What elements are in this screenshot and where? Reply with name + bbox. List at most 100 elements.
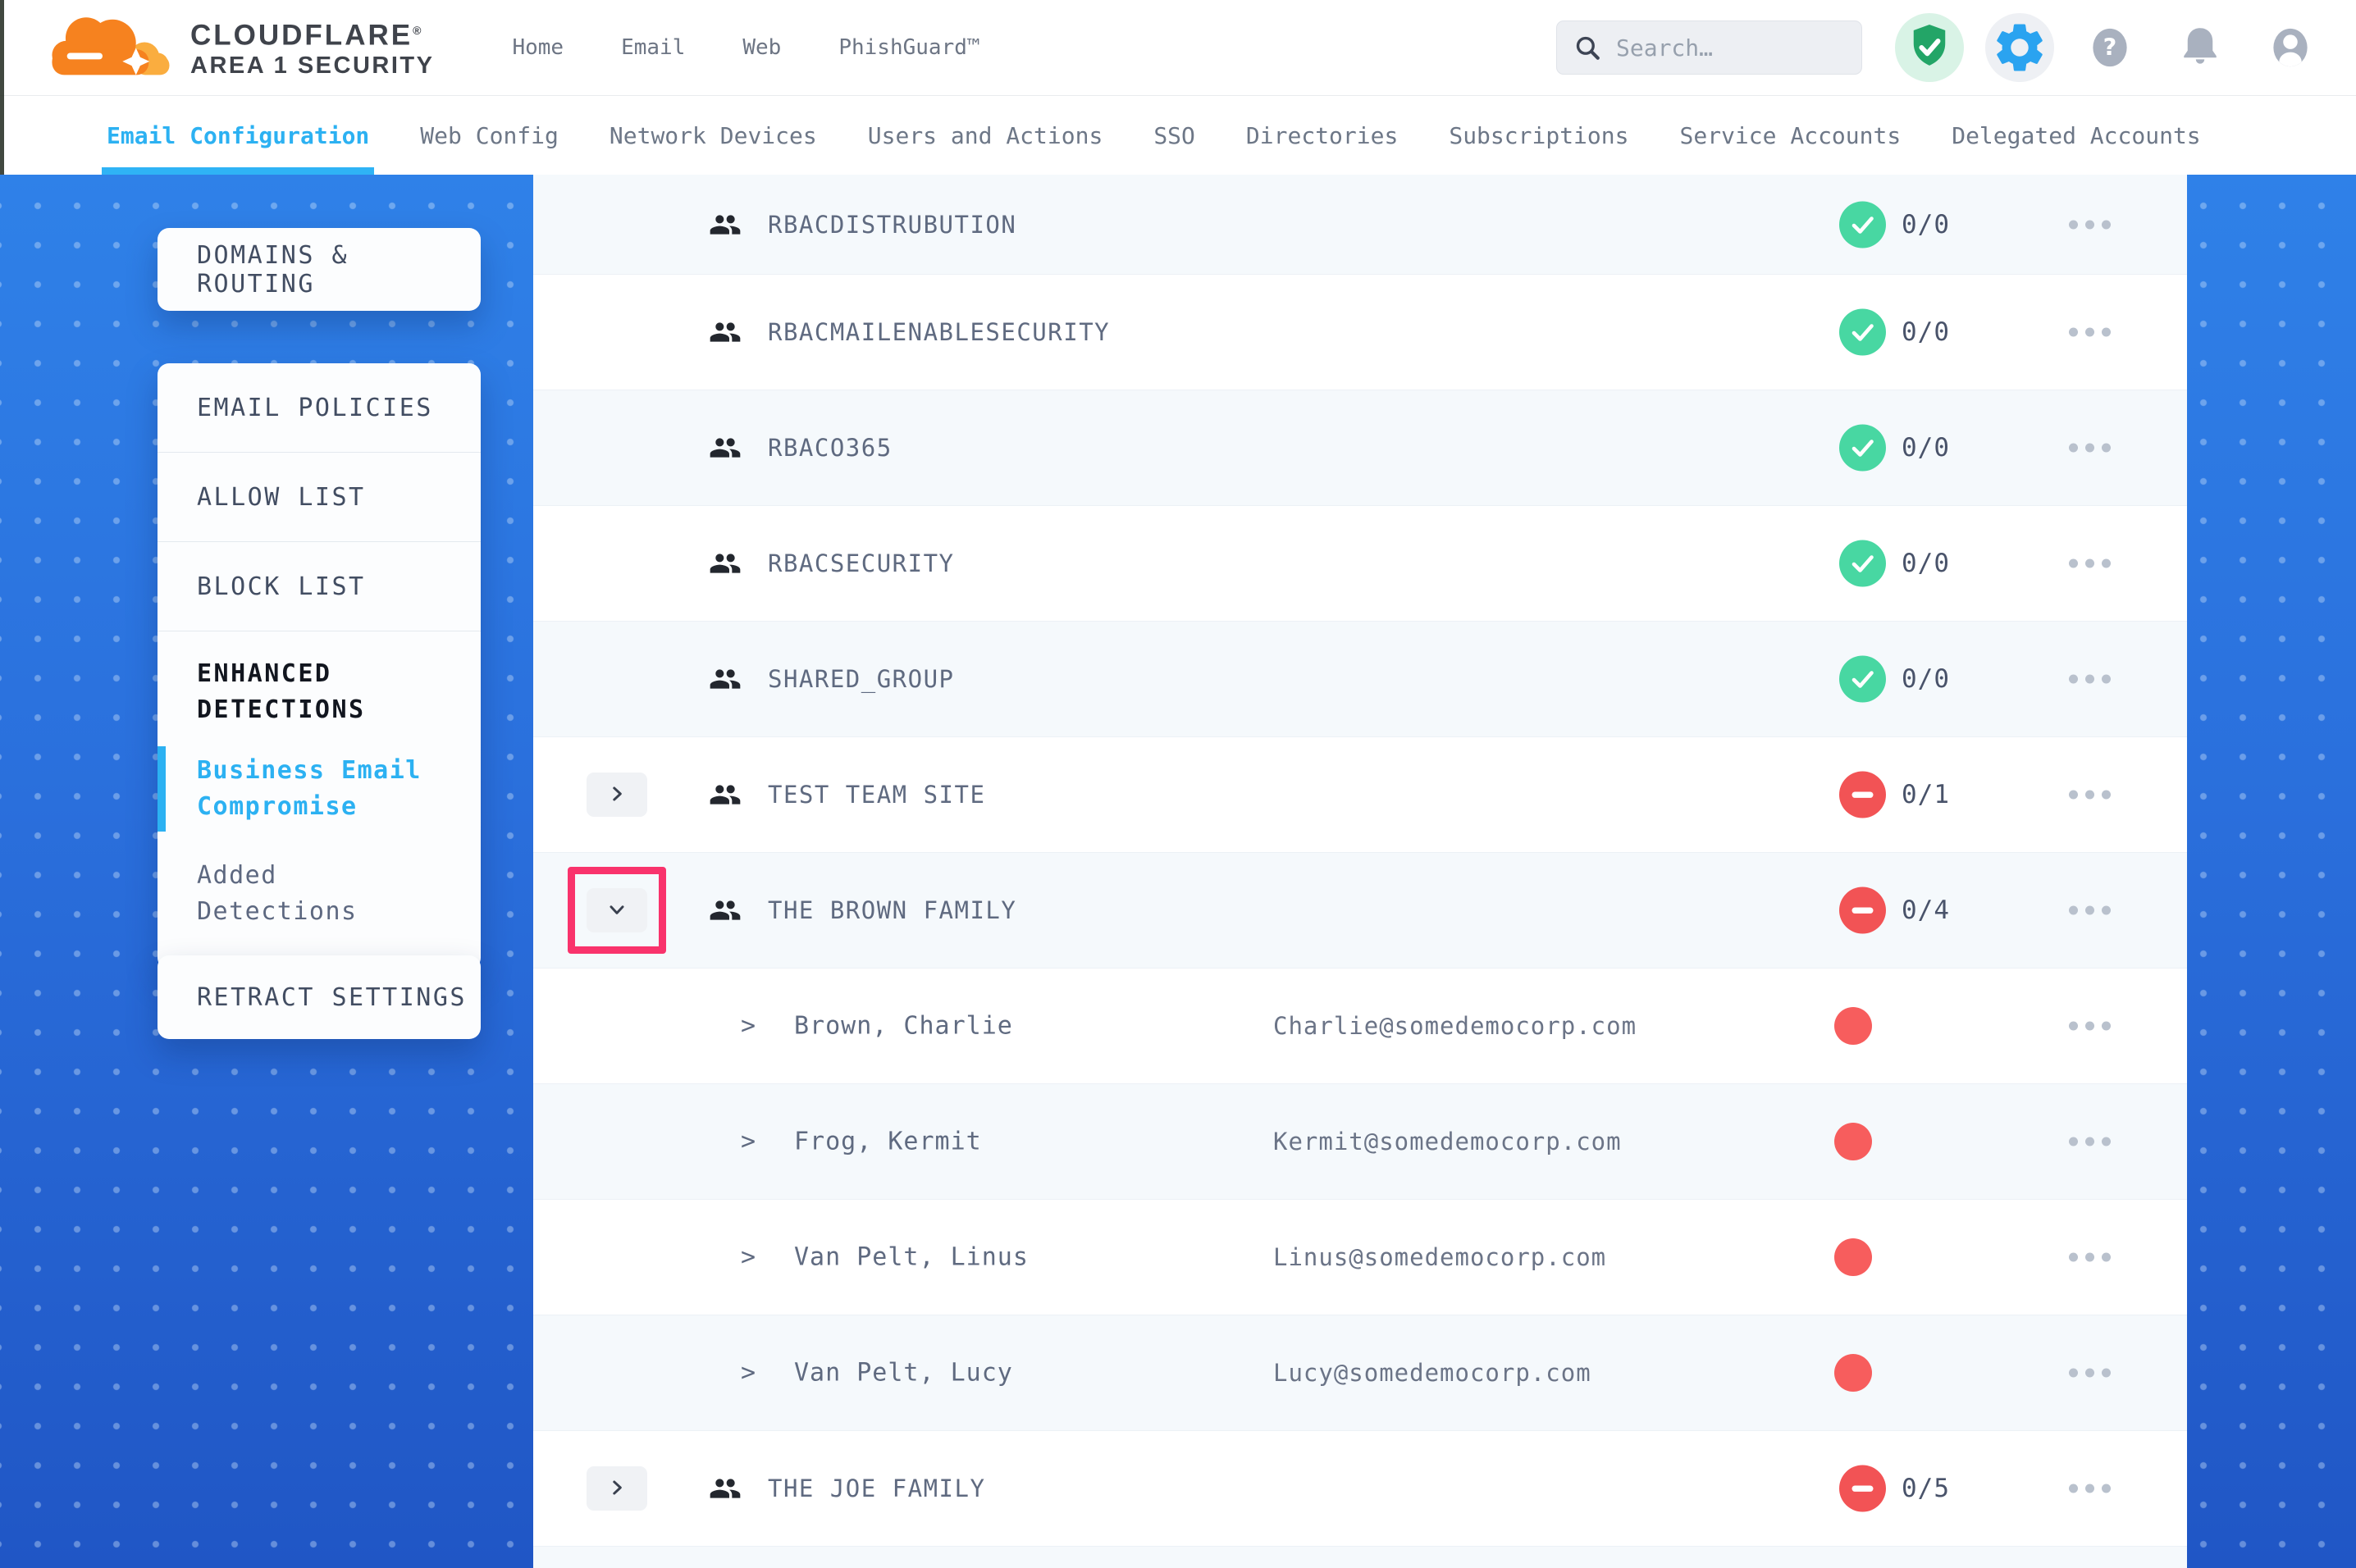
ellipsis-dot <box>2102 1369 2111 1378</box>
brand-product: AREA 1 SECURITY <box>190 51 434 80</box>
sidebar-item-added-detections[interactable]: Added Detections <box>158 851 481 941</box>
search-input[interactable] <box>1616 34 1845 62</box>
table-row-shared-group: SHARED_GROUP0/0 <box>533 621 2187 736</box>
table-row-the-joe-family: THE JOE FAMILY 0/5 <box>533 1430 2187 1546</box>
cloudflare-logo[interactable]: CLOUDFLARE® AREA 1 SECURITY <box>43 7 434 88</box>
tab-service-accounts[interactable]: Service Accounts <box>1680 96 1902 175</box>
member-count: 0/5 <box>1902 1474 1950 1503</box>
chevron-right-icon[interactable]: > <box>741 1243 756 1272</box>
chevron-down-icon <box>606 899 628 923</box>
tab-sso[interactable]: SSO <box>1153 96 1195 175</box>
tab-web-config[interactable]: Web Config <box>420 96 559 175</box>
cloudflare-cloud-icon <box>43 2 184 88</box>
row-menu-button[interactable] <box>2061 435 2119 461</box>
row-menu-button[interactable] <box>2061 320 2119 345</box>
member-count: 0/0 <box>1902 210 1950 239</box>
chevron-right-icon[interactable]: > <box>741 1359 756 1388</box>
member-email: Kermit@somedemocorp.com <box>1273 1128 1622 1155</box>
row-menu-button[interactable] <box>2061 1361 2119 1386</box>
user-icon[interactable] <box>2256 13 2325 82</box>
help-icon[interactable]: ? <box>2075 13 2144 82</box>
tab-delegated-accounts[interactable]: Delegated Accounts <box>1952 96 2200 175</box>
member-count: 0/0 <box>1902 433 1950 463</box>
chevron-right-icon[interactable]: > <box>741 1128 756 1156</box>
status-blocked-icon <box>1839 1465 1886 1512</box>
ellipsis-dot <box>2102 1022 2111 1031</box>
row-menu-button[interactable] <box>2061 551 2119 577</box>
row-menu-button[interactable] <box>2061 667 2119 692</box>
ellipsis-dot <box>2069 220 2078 229</box>
top-header: CLOUDFLARE® AREA 1 SECURITY Home Email Web… <box>0 0 2356 96</box>
sidebar-item-retract-settings[interactable]: RETRACT SETTINGS <box>158 983 467 1012</box>
sidebar-item-business-email-compromise[interactable]: Business Email Compromise <box>158 746 481 832</box>
row-menu-button[interactable] <box>2061 1129 2119 1155</box>
status-ok-icon <box>1839 540 1886 587</box>
member-status-dot <box>1834 1123 1872 1160</box>
group-name: TEST TEAM SITE <box>768 781 985 809</box>
member-name: Frog, Kermit <box>794 1128 982 1156</box>
collapse-button-the-brown-family[interactable] <box>587 888 647 932</box>
header-nav-home[interactable]: Home <box>512 35 564 60</box>
tab-users-and-actions[interactable]: Users and Actions <box>868 96 1103 175</box>
header-nav-phishguard-[interactable]: PhishGuard™ <box>838 35 979 60</box>
ellipsis-dot <box>2102 1253 2111 1262</box>
ellipsis-dot <box>2102 1137 2111 1146</box>
group-name: THE BROWN FAMILY <box>768 896 1016 924</box>
search-icon <box>1573 34 1601 62</box>
main: DOMAINS & ROUTING EMAIL POLICIESALLOW LIS… <box>0 175 2356 1568</box>
subnav: Email Configuration Web Config Network Dev… <box>0 96 2356 175</box>
row-menu-button[interactable] <box>2061 1245 2119 1270</box>
tab-directories[interactable]: Directories <box>1246 96 1398 175</box>
group-icon <box>709 316 742 349</box>
header-nav-email[interactable]: Email <box>621 35 685 60</box>
sidebar-card-1: DOMAINS & ROUTING <box>158 228 481 311</box>
member-count: 0/0 <box>1902 549 1950 578</box>
tab-network-devices[interactable]: Network Devices <box>610 96 817 175</box>
ellipsis-dot <box>2069 791 2078 800</box>
sidebar-item-allow-list[interactable]: ALLOW LIST <box>158 453 481 541</box>
page: CLOUDFLARE® AREA 1 SECURITY Home Email Web… <box>0 0 2356 1568</box>
ellipsis-dot <box>2085 1369 2094 1378</box>
expand-button-test-team-site[interactable] <box>587 773 647 817</box>
brand-text: CLOUDFLARE® AREA 1 SECURITY <box>190 15 434 81</box>
ellipsis-dot <box>2102 791 2111 800</box>
header-nav: Home Email Web PhishGuard™ <box>512 35 979 60</box>
ellipsis-dot <box>2102 1484 2111 1493</box>
table-row-frog-kermit: > Frog, Kermit Kermit@somedemocorp.com <box>533 1083 2187 1199</box>
chevron-right-icon[interactable]: > <box>741 1012 756 1041</box>
search-box[interactable] <box>1556 21 1862 75</box>
ellipsis-dot <box>2102 675 2111 684</box>
status-ok-icon <box>1839 201 1886 248</box>
expand-button-the-joe-family[interactable] <box>587 1466 647 1511</box>
row-menu-button[interactable] <box>2061 1476 2119 1502</box>
ellipsis-dot <box>2069 328 2078 337</box>
table-row-rbacdistrubution: RBACDISTRUBUTION0/0 <box>533 175 2187 274</box>
row-menu-button[interactable] <box>2061 898 2119 923</box>
row-menu-button[interactable] <box>2061 782 2119 808</box>
bell-icon[interactable] <box>2166 13 2235 82</box>
group-icon <box>709 547 742 580</box>
member-email: Charlie@somedemocorp.com <box>1273 1012 1637 1040</box>
tab-email-configuration[interactable]: Email Configuration <box>107 96 369 175</box>
shield-check-icon[interactable] <box>1895 13 1964 82</box>
sidebar-item-enhanced-detections: ENHANCED DETECTIONS <box>158 631 481 728</box>
header-icon-buttons: ? <box>1895 13 2325 82</box>
window-edge <box>0 0 4 175</box>
status-ok-icon <box>1839 656 1886 703</box>
sidebar-item-domains-routing[interactable]: DOMAINS & ROUTING <box>158 241 481 299</box>
sidebar-item-email-policies[interactable]: EMAIL POLICIES <box>158 363 481 452</box>
chevron-right-icon <box>606 783 628 807</box>
row-menu-button[interactable] <box>2061 212 2119 237</box>
tab-subscriptions[interactable]: Subscriptions <box>1449 96 1628 175</box>
member-status-dot <box>1834 1238 1872 1276</box>
gear-icon[interactable] <box>1985 13 2054 82</box>
ellipsis-dot <box>2085 675 2094 684</box>
group-name: THE JOE FAMILY <box>768 1475 985 1502</box>
ellipsis-dot <box>2069 1369 2078 1378</box>
header-nav-web[interactable]: Web <box>742 35 781 60</box>
status-blocked-icon <box>1839 887 1886 934</box>
status-ok-icon <box>1839 425 1886 472</box>
sidebar-item-block-list[interactable]: BLOCK LIST <box>158 542 481 631</box>
table-row-partial <box>533 1546 2187 1568</box>
row-menu-button[interactable] <box>2061 1014 2119 1039</box>
